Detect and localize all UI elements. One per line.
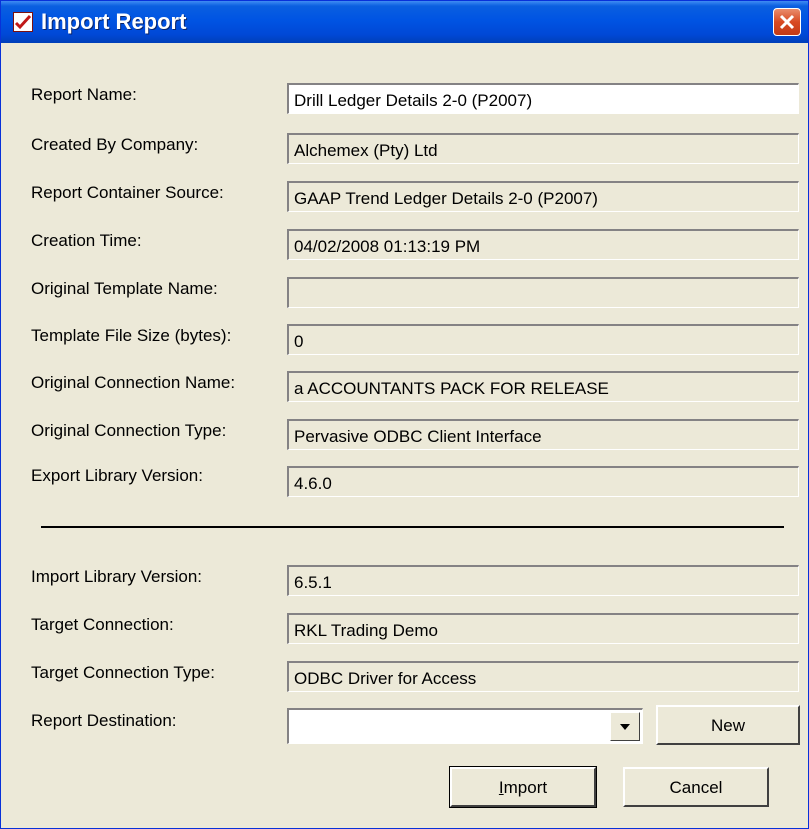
dropdown-button[interactable] — [610, 712, 640, 741]
import-library-version-label: Import Library Version: — [31, 567, 203, 586]
close-button[interactable] — [773, 8, 801, 36]
original-connection-type-field: Pervasive ODBC Client Interface — [287, 419, 799, 450]
target-connection-type-label: Target Connection Type: — [31, 663, 215, 682]
template-file-size-field: 0 — [287, 324, 799, 355]
report-name-input[interactable]: Drill Ledger Details 2-0 (P2007) — [287, 83, 799, 114]
created-by-company-label: Created By Company: — [31, 135, 199, 154]
original-template-name-label: Original Template Name: — [31, 279, 218, 298]
close-x-icon — [779, 14, 795, 30]
section-divider — [41, 526, 784, 528]
report-name-label: Report Name: — [31, 85, 137, 104]
export-library-version-field: 4.6.0 — [287, 466, 799, 497]
creation-time-field: 04/02/2008 01:13:19 PM — [287, 229, 799, 260]
report-destination-label: Report Destination: — [31, 711, 177, 730]
triangle-down-icon — [620, 724, 630, 730]
creation-time-label: Creation Time: — [31, 231, 142, 250]
report-container-source-field: GAAP Trend Ledger Details 2-0 (P2007) — [287, 181, 799, 212]
target-connection-type-field: ODBC Driver for Access — [287, 661, 799, 692]
target-connection-field: RKL Trading Demo — [287, 613, 799, 644]
export-library-version-label: Export Library Version: — [31, 466, 203, 485]
report-container-source-label: Report Container Source: — [31, 183, 224, 202]
template-file-size-label: Template File Size (bytes): — [31, 326, 232, 345]
import-button[interactable]: Import — [449, 766, 597, 808]
checkmark-document-icon — [13, 12, 33, 32]
created-by-company-field: Alchemex (Pty) Ltd — [287, 133, 799, 164]
import-report-dialog: Import Report Report Name: Drill Ledger … — [0, 0, 809, 829]
window-title: Import Report — [41, 9, 187, 34]
original-connection-name-label: Original Connection Name: — [31, 373, 236, 392]
target-connection-label: Target Connection: — [31, 615, 174, 634]
cancel-button[interactable]: Cancel — [623, 767, 769, 807]
report-destination-select[interactable] — [287, 708, 643, 744]
original-connection-name-field: a ACCOUNTANTS PACK FOR RELEASE — [287, 371, 799, 402]
original-template-name-field — [287, 277, 799, 308]
import-button-label: mport — [503, 778, 548, 797]
title-bar[interactable]: Import Report — [1, 1, 808, 43]
original-connection-type-label: Original Connection Type: — [31, 421, 227, 440]
import-library-version-field: 6.5.1 — [287, 565, 799, 596]
new-button[interactable]: New — [656, 705, 800, 745]
